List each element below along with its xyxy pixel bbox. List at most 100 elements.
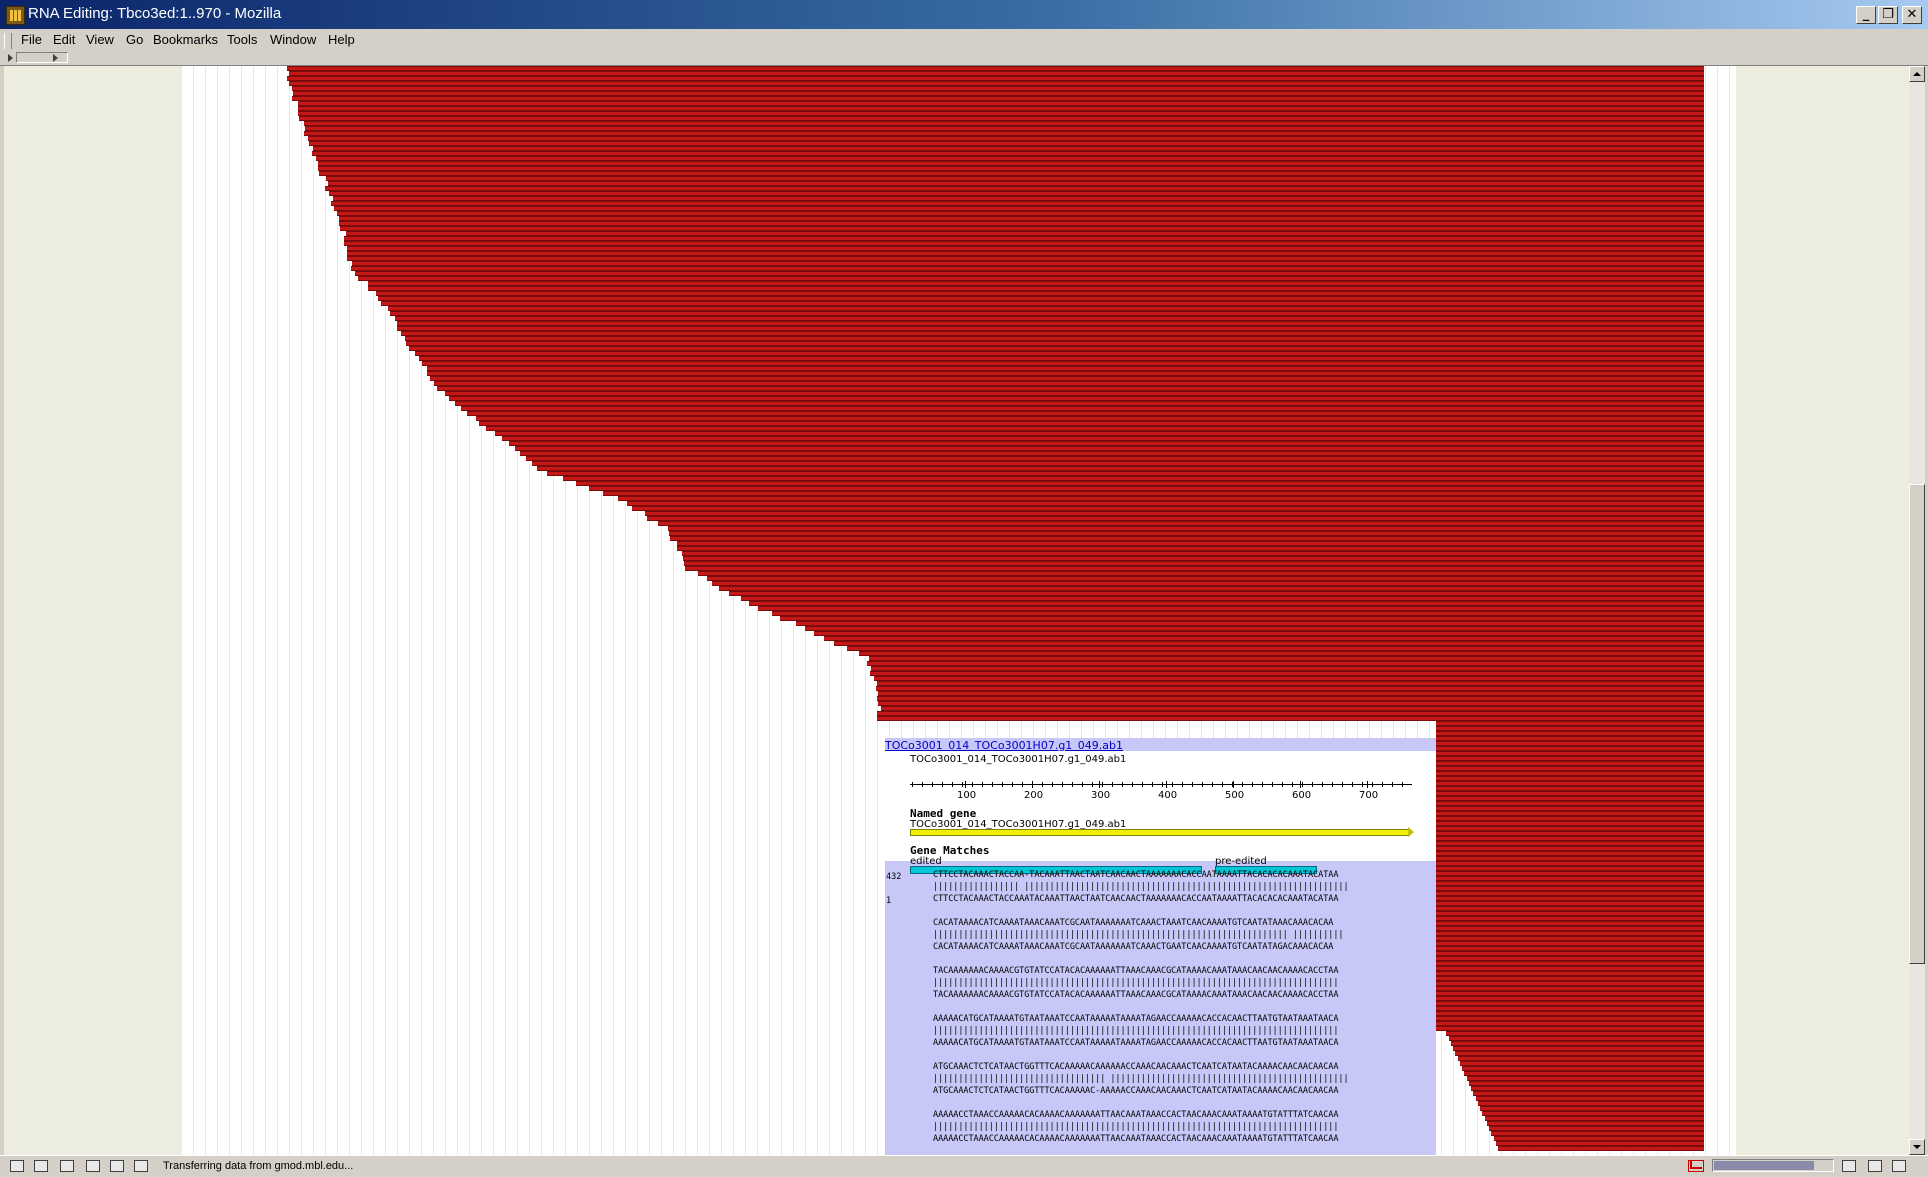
menu-grip[interactable] — [4, 33, 12, 49]
new-mail-icon[interactable] — [1688, 1160, 1704, 1172]
menu-go[interactable]: Go — [126, 32, 143, 47]
menu-view[interactable]: View — [86, 32, 114, 47]
ruler-minor-tick — [1312, 782, 1313, 787]
ruler-minor-tick — [1392, 782, 1393, 787]
toolbar-grippy[interactable] — [16, 52, 68, 63]
named-gene-bar[interactable] — [910, 829, 1410, 836]
ruler-minor-tick — [1172, 782, 1173, 787]
alignment-line: ATGCAAACTCTCATAACTGGTTTCACAAAAAC-AAAAACC… — [933, 1086, 1339, 1096]
restore-button[interactable]: ❐ — [1878, 6, 1898, 24]
alignment-line: CACATAAAACATCAAAATAAACAAATCGCAATAAAAAAAT… — [933, 942, 1334, 952]
ruler-major-tick — [1367, 781, 1368, 788]
track-label: TOCo3001_014_TOCo3001H07.g1_049.ab1 — [910, 754, 1127, 765]
page-viewport: TOCo3001_014_TOCo3001H07.g1_049.ab1 TOCo… — [4, 66, 1909, 1155]
ruler-minor-tick — [1282, 782, 1283, 787]
alignment-line: TACAAAAAAACAAAACGTGTATCCATACACAAAAAATTAA… — [933, 990, 1339, 1000]
ruler-minor-tick — [1222, 782, 1223, 787]
menu-window[interactable]: Window — [270, 32, 316, 47]
lock-icon — [1892, 1160, 1906, 1172]
progress-meter — [1712, 1159, 1834, 1172]
alignment-line: ||||||||||||||||||||||||||||||||||||||||… — [933, 930, 1344, 940]
ruler-minor-tick — [1062, 782, 1063, 787]
navigator-icon[interactable] — [10, 1160, 24, 1172]
ruler-minor-tick — [952, 782, 953, 787]
title-bar: RNA Editing: Tbco3ed:1..970 - Mozilla _ … — [0, 0, 1928, 29]
scroll-thumb[interactable] — [1909, 484, 1925, 964]
sequence-read-bar[interactable] — [1498, 1146, 1704, 1151]
scroll-down-button[interactable] — [1909, 1139, 1925, 1155]
expand-toolbar-icon[interactable] — [8, 54, 13, 62]
ruler-minor-tick — [1132, 782, 1133, 787]
ruler-minor-tick — [1022, 782, 1023, 787]
collapsed-toolbar — [0, 51, 1928, 66]
security-icon[interactable] — [134, 1160, 148, 1172]
ruler-major-tick — [1099, 781, 1100, 788]
offline-icon[interactable] — [110, 1160, 124, 1172]
ruler-minor-tick — [1202, 782, 1203, 787]
ruler-major-tick — [965, 781, 966, 788]
status-bar: Transferring data from gmod.mbl.edu... — [0, 1155, 1928, 1177]
popup-blocked-icon[interactable] — [1868, 1160, 1882, 1172]
ruler-minor-tick — [1192, 782, 1193, 787]
ruler-major-tick — [1166, 781, 1167, 788]
mail-icon[interactable] — [34, 1160, 48, 1172]
menu-help[interactable]: Help — [328, 32, 355, 47]
ruler-tick-label: 400 — [1158, 790, 1178, 801]
alignment-line: AAAAACATGCATAAAATGTAATAAATCCAATAAAAATAAA… — [933, 1014, 1339, 1024]
ruler-minor-tick — [1372, 782, 1373, 787]
ruler-minor-tick — [1042, 782, 1043, 787]
ruler-tick-label: 500 — [1225, 790, 1245, 801]
feature-graphic: TOCo3001_014_TOCo3001H07.g1_049.ab1 100 2… — [885, 751, 1436, 874]
close-icon: ✕ — [1906, 7, 1918, 22]
alignment-line: ||||||||||||||||||||||||||||||||||||||||… — [933, 1026, 1339, 1036]
ruler-minor-tick — [1162, 782, 1163, 787]
feature-popup: TOCo3001_014_TOCo3001H07.g1_049.ab1 TOCo… — [885, 738, 1436, 1155]
ruler-minor-tick — [1052, 782, 1053, 787]
alignment-line: ATGCAAACTCTCATAACTGGTTTCACAAAAACAAAAAACC… — [933, 1062, 1339, 1072]
minimize-button[interactable]: _ — [1856, 6, 1876, 24]
ruler-minor-tick — [1142, 782, 1143, 787]
ruler-minor-tick — [962, 782, 963, 787]
ruler-minor-tick — [912, 782, 913, 787]
alignment-line: |||||||||||||||||||||||||||||||||| |||||… — [933, 1074, 1349, 1084]
close-button[interactable]: ✕ — [1902, 6, 1922, 24]
online-status-icon[interactable] — [1842, 1160, 1856, 1172]
address-book-icon[interactable] — [86, 1160, 100, 1172]
ruler-minor-tick — [1242, 782, 1243, 787]
ruler-minor-tick — [1012, 782, 1013, 787]
minimize-icon: _ — [1862, 7, 1870, 22]
ruler-minor-tick — [1362, 782, 1363, 787]
scroll-up-button[interactable] — [1909, 66, 1925, 82]
alignment-line: CTTCCTACAAACTACCAAATACAAATTAACTAATCAACAA… — [933, 894, 1339, 904]
ruler-minor-tick — [972, 782, 973, 787]
ruler-minor-tick — [1382, 782, 1383, 787]
ruler-minor-tick — [1272, 782, 1273, 787]
vertical-scrollbar[interactable] — [1909, 66, 1925, 1155]
menu-bar: File Edit View Go Bookmarks Tools Window… — [0, 29, 1928, 51]
ruler-minor-tick — [1002, 782, 1003, 787]
alignment-line: AAAAACCTAAACCAAAAACACAAAACAAAAAAATTAACAA… — [933, 1134, 1339, 1144]
window-title: RNA Editing: Tbco3ed:1..970 - Mozilla — [28, 5, 282, 22]
ruler-tick-label: 700 — [1359, 790, 1379, 801]
menu-bookmarks[interactable]: Bookmarks — [153, 32, 218, 47]
alignment-line: CACATAAAACATCAAAATAAACAAATCGCAATAAAAAAAT… — [933, 918, 1334, 928]
ruler-major-tick — [1300, 781, 1301, 788]
ruler-minor-tick — [1092, 782, 1093, 787]
ruler-minor-tick — [1402, 782, 1403, 787]
ruler-minor-tick — [1072, 782, 1073, 787]
menu-tools[interactable]: Tools — [227, 32, 257, 47]
ruler-axis — [910, 784, 1412, 785]
application-icon — [6, 6, 25, 25]
restore-icon: ❐ — [1882, 7, 1894, 22]
ruler-minor-tick — [992, 782, 993, 787]
menu-edit[interactable]: Edit — [53, 32, 75, 47]
menu-file[interactable]: File — [21, 32, 42, 47]
ruler-minor-tick — [1082, 782, 1083, 787]
ruler-tick-label: 100 — [957, 790, 977, 801]
expand-toolbar-icon-2[interactable] — [53, 54, 58, 62]
composer-icon[interactable] — [60, 1160, 74, 1172]
alignment-line: CTTCCTACAAACTACCAA-TACAAATTAACTAATCAACAA… — [933, 870, 1339, 880]
query-start-number: 432 — [886, 872, 902, 882]
ruler-minor-tick — [1292, 782, 1293, 787]
ruler-tick-label: 300 — [1091, 790, 1111, 801]
